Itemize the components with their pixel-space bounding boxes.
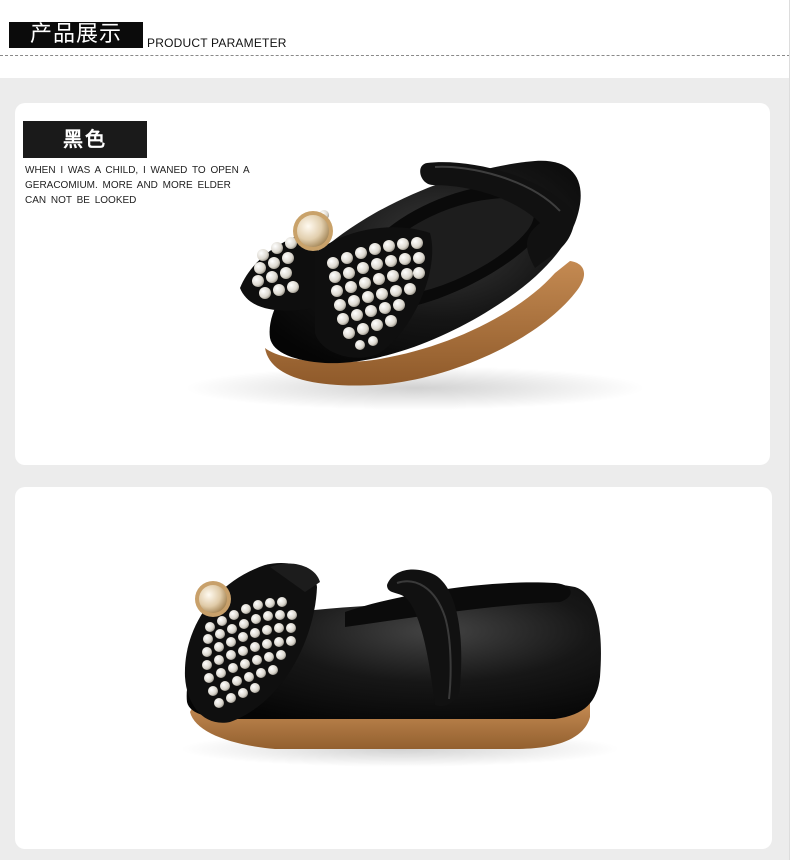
section-subtitle: PRODUCT PARAMETER [147, 36, 287, 50]
product-description: WHEN I WAS A CHILD, I WANED TO OPEN A GE… [25, 163, 275, 208]
product-panel-2 [0, 480, 790, 860]
header-divider [0, 55, 790, 56]
page-header: 产品展示 PRODUCT PARAMETER [0, 0, 790, 78]
color-label: 黑色 [23, 121, 147, 158]
product-image-card-2 [15, 487, 772, 849]
description-line-1: WHEN I WAS A CHILD, I WANED TO OPEN A [25, 165, 250, 176]
description-line-2: GERACOMIUM. MORE AND MORE ELDER [25, 180, 231, 191]
product-image-card-1: 黑色 WHEN I WAS A CHILD, I WANED TO OPEN A… [15, 103, 770, 465]
section-title: 产品展示 [9, 22, 143, 48]
product-panel-1: 黑色 WHEN I WAS A CHILD, I WANED TO OPEN A… [0, 78, 790, 480]
description-line-3: CAN NOT BE LOOKED [25, 195, 137, 206]
shoe-image-side [180, 563, 620, 767]
